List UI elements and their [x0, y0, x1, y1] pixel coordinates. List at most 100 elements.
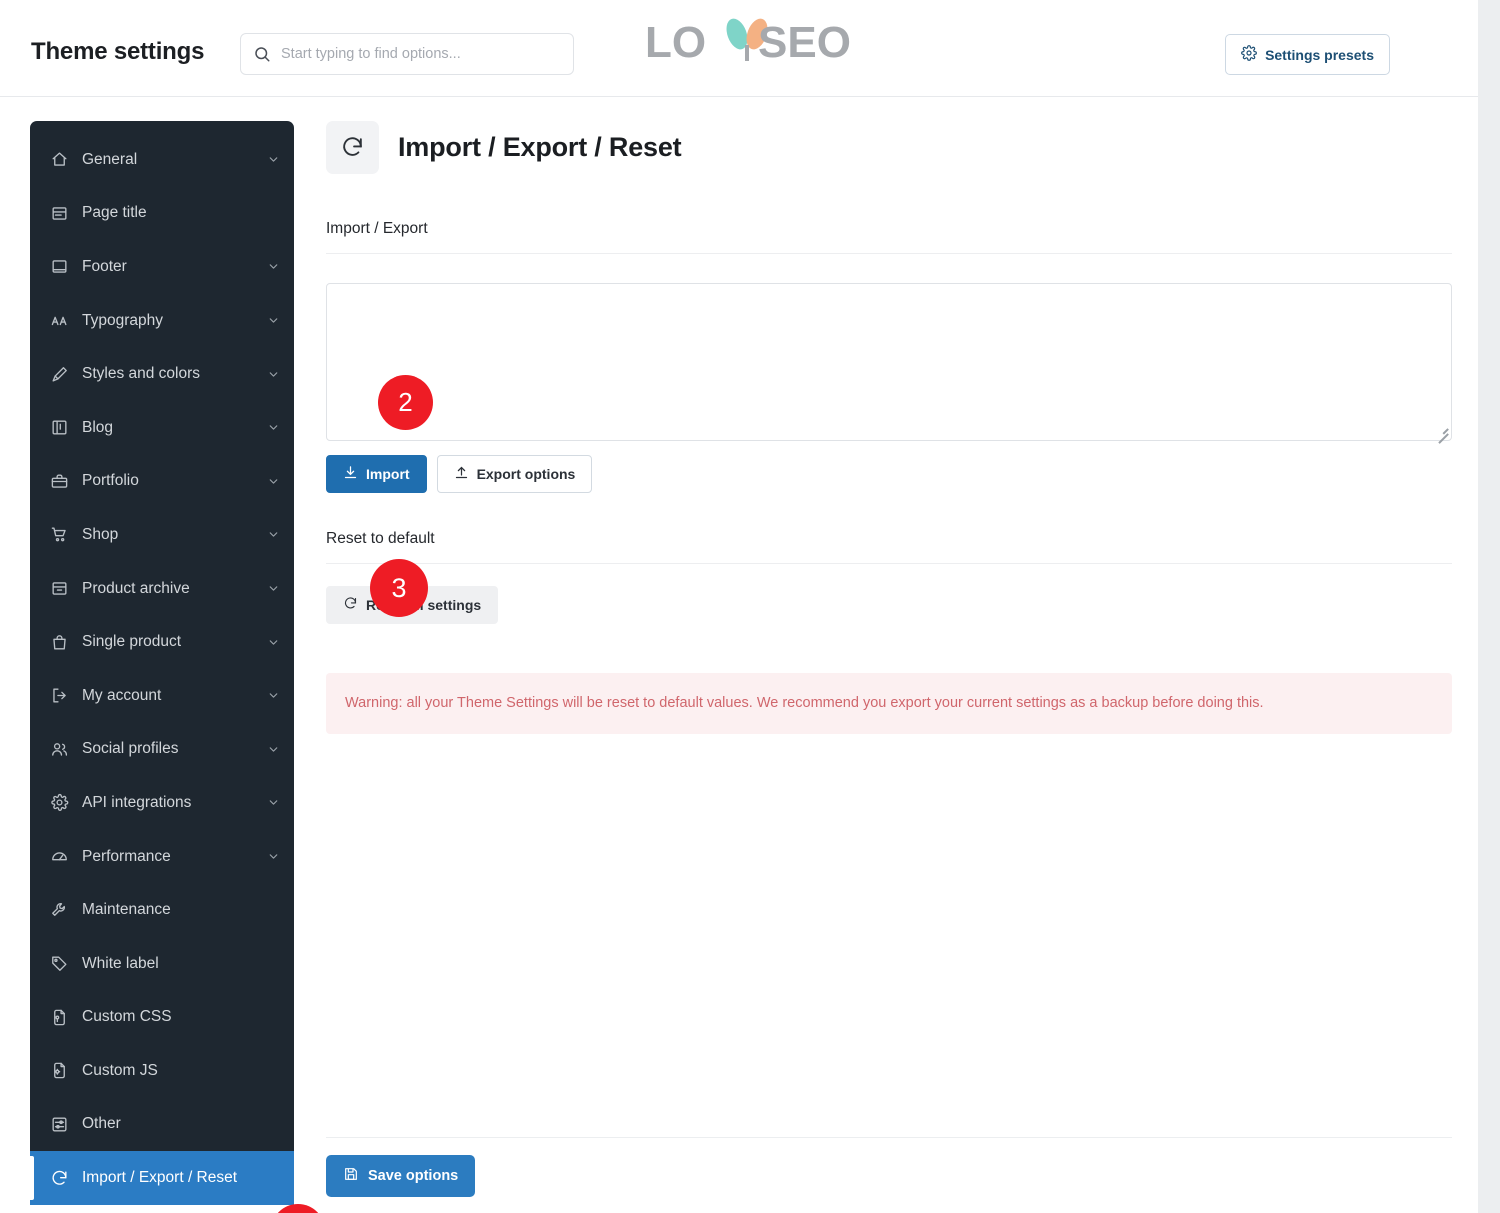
sidebar-item-label: Performance — [82, 847, 171, 865]
sidebar-item-single-product[interactable]: Single product — [30, 615, 294, 669]
chevron-down-icon[interactable] — [267, 260, 280, 273]
import-export-section-label: Import / Export — [326, 220, 1452, 254]
briefcase-icon — [50, 472, 69, 491]
reset-warning-message: Warning: all your Theme Settings will be… — [326, 673, 1452, 734]
sidebar-item-label: Typography — [82, 311, 163, 329]
settings-presets-label: Settings presets — [1265, 46, 1374, 63]
chevron-down-icon[interactable] — [267, 636, 280, 649]
reset-all-settings-button[interactable]: Reset all settings — [326, 586, 499, 624]
search-box[interactable] — [240, 33, 574, 75]
cart-icon — [50, 525, 69, 544]
brush-icon — [50, 365, 69, 384]
sidebar-item-label: Import / Export / Reset — [82, 1169, 238, 1187]
chevron-down-icon[interactable] — [267, 475, 280, 488]
sidebar-item-styles-and-colors[interactable]: Styles and colors — [30, 347, 294, 401]
annotation-step-1: 1 — [271, 1204, 325, 1213]
refresh-icon — [343, 596, 358, 614]
settings-presets-button[interactable]: Settings presets — [1225, 34, 1390, 75]
reset-button-row: Reset all settings — [326, 586, 1452, 624]
sidebar-item-api-integrations[interactable]: API integrations — [30, 776, 294, 830]
sidebar-item-custom-js[interactable]: Custom JS — [30, 1044, 294, 1098]
save-options-button[interactable]: Save options — [326, 1154, 476, 1197]
export-options-button-label: Export options — [476, 466, 576, 482]
chevron-down-icon[interactable] — [267, 743, 280, 756]
wrench-icon — [50, 901, 69, 920]
chevron-down-icon[interactable] — [267, 314, 280, 327]
main-content: Import / Export / Reset Import / Export … — [326, 121, 1452, 734]
sidebar-item-label: Page title — [82, 204, 147, 222]
sidebar-item-label: API integrations — [82, 793, 192, 811]
archive-icon — [50, 579, 69, 598]
import-textarea[interactable] — [327, 284, 1451, 440]
chevron-down-icon[interactable] — [267, 689, 280, 702]
typography-icon — [50, 311, 69, 330]
sidebar-item-label: Product archive — [82, 579, 190, 597]
chevron-down-icon[interactable] — [267, 850, 280, 863]
sidebar-item-general[interactable]: General — [30, 133, 294, 187]
refresh-icon — [50, 1169, 69, 1188]
js-file-icon — [50, 1061, 69, 1080]
sidebar-item-label: White label — [82, 954, 159, 972]
chevron-down-icon[interactable] — [267, 368, 280, 381]
sidebar-item-page-title[interactable]: Page title — [30, 187, 294, 241]
tag-icon — [50, 954, 69, 973]
import-textarea-box[interactable] — [326, 283, 1452, 443]
sidebar-item-product-archive[interactable]: Product archive — [30, 562, 294, 616]
sidebar-item-label: Other — [82, 1115, 121, 1133]
reset-section-label: Reset to default — [326, 530, 1452, 564]
sidebar-item-label: Styles and colors — [82, 365, 201, 383]
loyseo-logo: LO SEO — [645, 16, 850, 70]
sidebar-item-label: Maintenance — [82, 901, 171, 919]
sidebar-item-performance[interactable]: Performance — [30, 830, 294, 884]
page-head: Import / Export / Reset — [326, 121, 1452, 174]
chevron-down-icon[interactable] — [267, 582, 280, 595]
sidebar-item-shop[interactable]: Shop — [30, 508, 294, 562]
sidebar-item-label: Portfolio — [82, 472, 139, 490]
reset-all-settings-label: Reset all settings — [366, 597, 482, 613]
sidebar-item-maintenance[interactable]: Maintenance — [30, 883, 294, 937]
sidebar-item-label: Shop — [82, 525, 119, 543]
chevron-down-icon[interactable] — [267, 796, 280, 809]
page-header-title: Theme settings — [31, 38, 205, 65]
save-options-label: Save options — [368, 1167, 459, 1184]
gear-icon — [1241, 45, 1257, 64]
export-options-button[interactable]: Export options — [436, 455, 593, 493]
sidebar-item-label: Custom CSS — [82, 1008, 172, 1026]
sidebar-item-label: Custom JS — [82, 1061, 158, 1079]
sidebar-item-import-export-reset[interactable]: Import / Export / Reset — [30, 1151, 294, 1205]
bag-icon — [50, 633, 69, 652]
sidebar-item-footer[interactable]: Footer — [30, 240, 294, 294]
home-icon — [50, 150, 69, 169]
chevron-down-icon[interactable] — [267, 421, 280, 434]
page-title-icon — [50, 204, 69, 223]
css-file-icon — [50, 1008, 69, 1027]
sidebar-item-label: Blog — [82, 418, 114, 436]
import-button-label: Import — [366, 466, 410, 482]
sidebar-item-other[interactable]: Other — [30, 1098, 294, 1152]
import-export-button-row: Import Export options — [326, 455, 1452, 493]
footer-icon — [50, 257, 69, 276]
svg-text:SEO: SEO — [758, 18, 850, 67]
save-icon — [343, 1166, 359, 1186]
chevron-down-icon[interactable] — [267, 528, 280, 541]
sidebar-item-portfolio[interactable]: Portfolio — [30, 455, 294, 509]
svg-text:LO: LO — [645, 18, 706, 67]
app-body: General Page title Footer Typography Styles … — [0, 97, 1478, 1213]
theme-settings-app: Theme settings LO SEO — [0, 0, 1478, 1213]
sliders-icon — [50, 1115, 69, 1134]
sidebar-item-custom-css[interactable]: Custom CSS — [30, 991, 294, 1045]
sidebar-item-my-account[interactable]: My account — [30, 669, 294, 723]
sidebar-item-typography[interactable]: Typography — [30, 294, 294, 348]
search-icon — [253, 45, 271, 63]
download-icon — [343, 465, 358, 483]
sidebar-item-white-label[interactable]: White label — [30, 937, 294, 991]
upload-icon — [454, 465, 469, 483]
gear-icon — [50, 793, 69, 812]
sidebar-item-label: General — [82, 150, 138, 168]
sidebar-item-social-profiles[interactable]: Social profiles — [30, 723, 294, 777]
sidebar-item-blog[interactable]: Blog — [30, 401, 294, 455]
import-button[interactable]: Import — [326, 455, 427, 493]
gauge-icon — [50, 847, 69, 866]
chevron-down-icon[interactable] — [267, 153, 280, 166]
search-input[interactable] — [281, 46, 561, 62]
